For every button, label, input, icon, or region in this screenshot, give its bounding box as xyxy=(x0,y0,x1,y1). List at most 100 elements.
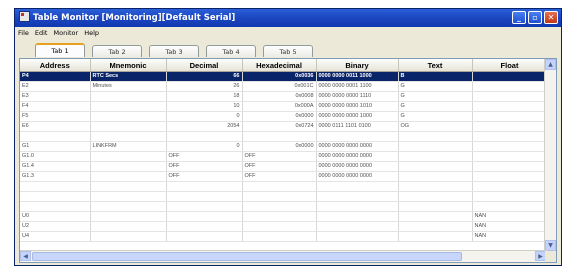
cell-mnemonic[interactable] xyxy=(90,161,167,172)
cell-decimal[interactable] xyxy=(166,181,243,192)
cell-float[interactable] xyxy=(472,151,548,162)
menu-item-help[interactable]: Help xyxy=(84,27,99,39)
cell-hexadecimal[interactable]: 0x0000 xyxy=(242,111,317,122)
cell-binary[interactable]: 0000 0000 0000 0000 xyxy=(316,151,399,162)
cell-binary[interactable] xyxy=(316,211,399,222)
scroll-up-icon[interactable]: ▲ xyxy=(545,59,556,70)
cell-float[interactable] xyxy=(472,161,548,172)
cell-address[interactable]: G1 xyxy=(20,141,91,152)
cell-decimal[interactable]: 0 xyxy=(166,111,243,122)
cell-mnemonic[interactable] xyxy=(90,221,167,232)
column-header-decimal[interactable]: Decimal xyxy=(166,59,243,72)
table-row[interactable]: G1.3 OFF OFF 0000 0000 0000 0000 xyxy=(20,171,548,182)
title-bar[interactable]: Table Monitor [Monitoring][Default Seria… xyxy=(15,9,561,27)
vertical-scrollbar[interactable]: ▲ ▼ xyxy=(544,59,556,251)
cell-float[interactable] xyxy=(472,121,548,132)
table-row[interactable]: G1 LINKFRM 0 0x0000 0000 0000 0000 0000 xyxy=(20,141,548,152)
cell-mnemonic[interactable] xyxy=(90,171,167,182)
cell-float[interactable] xyxy=(472,81,548,92)
menu-item-file[interactable]: File xyxy=(18,27,29,39)
cell-mnemonic[interactable] xyxy=(90,101,167,112)
cell-text[interactable] xyxy=(398,221,473,232)
cell-text[interactable] xyxy=(398,201,473,212)
column-header-address[interactable]: Address xyxy=(20,59,91,72)
table-row[interactable]: E6 2054 0x0724 0000 0111 1101 0100 OG xyxy=(20,121,548,132)
cell-hexadecimal[interactable]: 0x0008 xyxy=(242,91,317,102)
cell-address[interactable]: F4 xyxy=(20,101,91,112)
cell-mnemonic[interactable] xyxy=(90,211,167,222)
cell-mnemonic[interactable]: RTC Secs xyxy=(90,71,167,82)
cell-binary[interactable] xyxy=(316,181,399,192)
cell-address[interactable]: U0 xyxy=(20,211,91,222)
horizontal-scrollbar[interactable]: ◀ ▶ xyxy=(20,250,547,262)
cell-hexadecimal[interactable] xyxy=(242,211,317,222)
cell-hexadecimal[interactable] xyxy=(242,231,317,242)
column-header-hexadecimal[interactable]: Hexadecimal xyxy=(242,59,317,72)
cell-binary[interactable] xyxy=(316,231,399,242)
cell-hexadecimal[interactable]: 0x0036 xyxy=(242,71,317,82)
close-button[interactable]: ✕ xyxy=(544,11,558,24)
tab-4[interactable]: Tab 4 xyxy=(206,45,256,57)
cell-binary[interactable]: 0000 0000 0000 1000 xyxy=(316,111,399,122)
cell-hexadecimal[interactable]: 0x000A xyxy=(242,101,317,112)
cell-text[interactable]: G xyxy=(398,81,473,92)
cell-address[interactable]: G1.3 xyxy=(20,171,91,182)
cell-text[interactable]: OG xyxy=(398,121,473,132)
menu-item-edit[interactable]: Edit xyxy=(35,27,48,39)
column-header-binary[interactable]: Binary xyxy=(316,59,399,72)
cell-float[interactable] xyxy=(472,111,548,122)
cell-mnemonic[interactable] xyxy=(90,181,167,192)
tab-3[interactable]: Tab 3 xyxy=(149,45,199,57)
table-row[interactable] xyxy=(20,191,548,202)
cell-decimal[interactable]: OFF xyxy=(166,151,243,162)
cell-text[interactable] xyxy=(398,181,473,192)
cell-binary[interactable]: 0000 0111 1101 0100 xyxy=(316,121,399,132)
cell-float[interactable] xyxy=(472,71,548,82)
scroll-left-icon[interactable]: ◀ xyxy=(20,251,31,261)
menu-item-monitor[interactable]: Monitor xyxy=(53,27,78,39)
cell-decimal[interactable]: 2054 xyxy=(166,121,243,132)
cell-float[interactable] xyxy=(472,141,548,152)
cell-text[interactable]: B xyxy=(398,71,473,82)
cell-float[interactable] xyxy=(472,131,548,142)
cell-float[interactable] xyxy=(472,201,548,212)
table-row[interactable]: U4 NAN xyxy=(20,231,548,242)
cell-binary[interactable]: 0000 0000 0000 1110 xyxy=(316,91,399,102)
cell-text[interactable] xyxy=(398,131,473,142)
table-row[interactable]: F5 0 0x0000 0000 0000 0000 1000 G xyxy=(20,111,548,122)
cell-binary[interactable]: 0000 0000 0011 1000 xyxy=(316,71,399,82)
cell-hexadecimal[interactable]: 0x0724 xyxy=(242,121,317,132)
cell-hexadecimal[interactable] xyxy=(242,181,317,192)
cell-address[interactable]: F5 xyxy=(20,111,91,122)
cell-decimal[interactable] xyxy=(166,131,243,142)
cell-binary[interactable]: 0000 0000 0000 0000 xyxy=(316,161,399,172)
cell-address[interactable] xyxy=(20,131,91,142)
table-row[interactable]: U2 NAN xyxy=(20,221,548,232)
cell-address[interactable]: E6 xyxy=(20,121,91,132)
cell-address[interactable]: G1.4 xyxy=(20,161,91,172)
cell-float[interactable] xyxy=(472,181,548,192)
cell-binary[interactable]: 0000 0000 0000 0000 xyxy=(316,141,399,152)
horizontal-scroll-thumb[interactable] xyxy=(32,252,462,261)
cell-hexadecimal[interactable]: 0x001C xyxy=(242,81,317,92)
cell-binary[interactable]: 0000 0000 0000 1010 xyxy=(316,101,399,112)
cell-decimal[interactable]: OFF xyxy=(166,171,243,182)
cell-address[interactable] xyxy=(20,201,91,212)
cell-decimal[interactable] xyxy=(166,201,243,212)
column-header-text[interactable]: Text xyxy=(398,59,473,72)
cell-mnemonic[interactable] xyxy=(90,131,167,142)
table-row[interactable]: G1.0 OFF OFF 0000 0000 0000 0000 xyxy=(20,151,548,162)
cell-mnemonic[interactable] xyxy=(90,121,167,132)
cell-mnemonic[interactable] xyxy=(90,91,167,102)
cell-address[interactable]: U4 xyxy=(20,231,91,242)
cell-text[interactable]: G xyxy=(398,101,473,112)
cell-hexadecimal[interactable]: 0x0000 xyxy=(242,141,317,152)
cell-binary[interactable]: 0000 0000 0000 0000 xyxy=(316,171,399,182)
cell-hexadecimal[interactable]: OFF xyxy=(242,151,317,162)
cell-address[interactable]: G1.0 xyxy=(20,151,91,162)
table-row[interactable] xyxy=(20,131,548,142)
table-row[interactable]: U0 NAN xyxy=(20,211,548,222)
table-row[interactable] xyxy=(20,201,548,212)
cell-address[interactable]: E2 xyxy=(20,81,91,92)
cell-hexadecimal[interactable] xyxy=(242,221,317,232)
